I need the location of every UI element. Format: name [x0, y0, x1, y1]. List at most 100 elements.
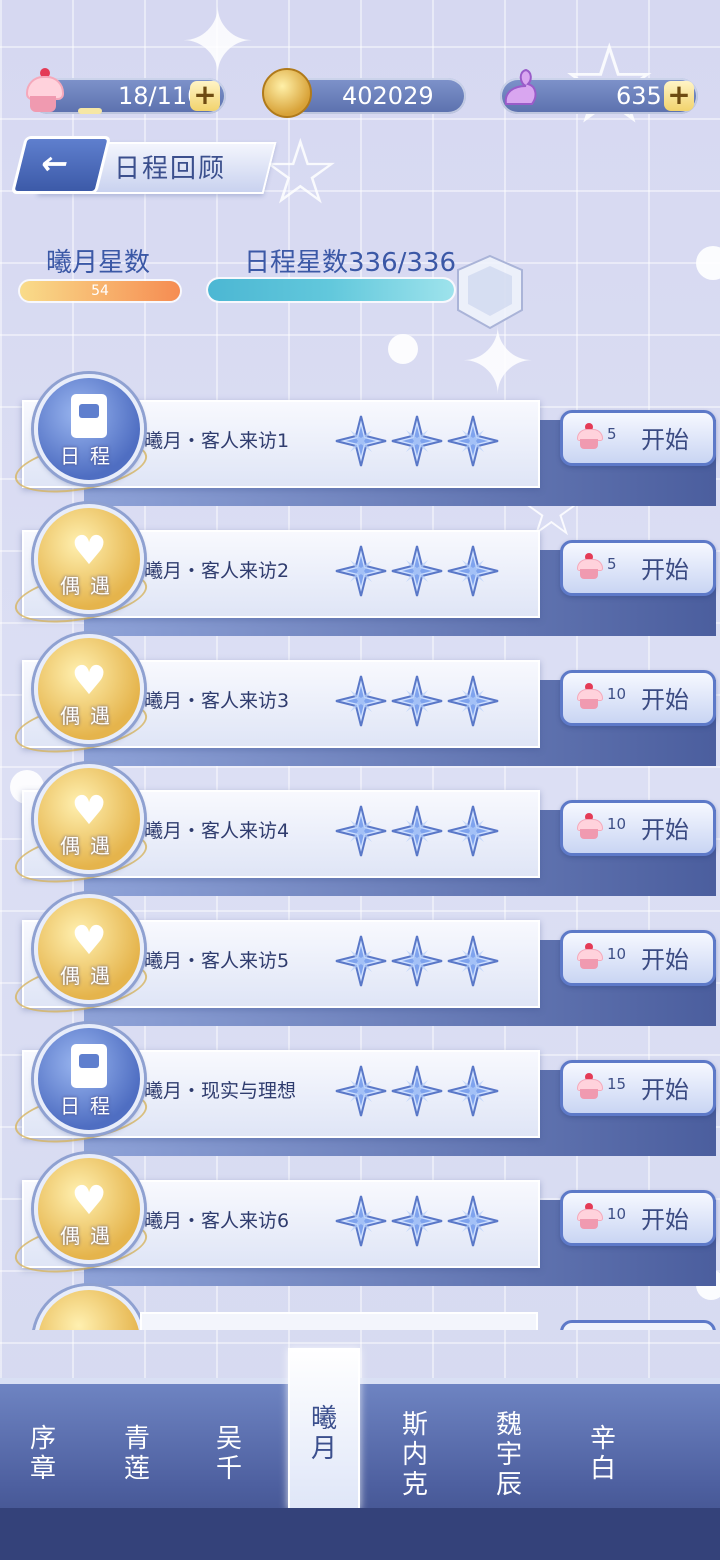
tab-chapter[interactable]: 吴 千 [198, 1400, 260, 1508]
encounter-badge: ♥ 偶遇 [34, 894, 144, 1004]
diamond-value: 635 [616, 82, 662, 110]
tab-label: 吴 千 [215, 1424, 242, 1484]
tab-label: 辛 白 [589, 1424, 616, 1484]
back-button[interactable]: ← [10, 136, 112, 194]
tab-label: 序 章 [29, 1424, 56, 1484]
star-icon [390, 414, 444, 468]
row-title: 曦月・现实与理想 [144, 1080, 297, 1102]
start-button [560, 1320, 716, 1330]
schedule-badge: 日程 [34, 374, 144, 484]
char-stars-value: 54 [91, 283, 109, 299]
start-button[interactable]: 5 开始 [560, 410, 716, 466]
star-icon [334, 1064, 388, 1118]
star-icon [446, 934, 500, 988]
bg-star-icon: ☆ [260, 120, 341, 225]
cupcake-icon [577, 943, 603, 969]
row-title: 曦月・客人来访2 [144, 560, 290, 582]
star-icon [334, 674, 388, 728]
start-cost: 10 [607, 1205, 627, 1223]
start-label: 开始 [641, 686, 689, 714]
schedule-badge: 日程 [34, 1024, 144, 1134]
badge-caption: 偶遇 [60, 704, 120, 728]
page-title: 日程回顾 [114, 154, 227, 184]
heart-icon: ♥ [71, 658, 107, 704]
reward-crystal-icon[interactable] [450, 252, 530, 332]
cupcake-icon [20, 68, 70, 118]
schedule-stars-label: 日程星数336/336 [244, 248, 457, 278]
cupcake-icon [577, 553, 603, 579]
back-arrow-icon: ← [36, 144, 74, 182]
row-star-rating [334, 674, 502, 732]
start-label: 开始 [641, 816, 689, 844]
row-star-rating [334, 544, 502, 602]
encounter-badge: ♥ 偶遇 [34, 1154, 144, 1264]
start-button[interactable]: 10 开始 [560, 930, 716, 986]
star-icon [446, 1194, 500, 1248]
start-button[interactable]: 10 开始 [560, 670, 716, 726]
start-cost: 15 [607, 1075, 627, 1093]
row-star-rating [334, 414, 502, 472]
row-star-rating [334, 934, 502, 992]
star-icon [334, 1194, 388, 1248]
badge-caption: 偶遇 [60, 1224, 120, 1248]
swan-crystal-icon [496, 66, 542, 112]
document-icon [71, 1044, 107, 1088]
cupcake-icon [577, 423, 603, 449]
badge-caption: 偶遇 [60, 964, 120, 988]
row-peek [0, 1282, 720, 1330]
heart-icon: ♥ [71, 918, 107, 964]
start-label: 开始 [641, 426, 689, 454]
start-cost: 10 [607, 815, 627, 833]
start-label: 开始 [641, 1206, 689, 1234]
row-star-rating [334, 1194, 502, 1252]
header: ← 日程回顾 [10, 136, 277, 194]
row-title: 曦月・客人来访6 [144, 1210, 290, 1232]
badge-caption: 日程 [60, 1094, 120, 1118]
tab-chapter[interactable]: 辛 白 [572, 1400, 634, 1508]
char-stars-label: 曦月星数 [46, 248, 151, 278]
badge-caption: 日程 [60, 444, 120, 468]
star-icon [390, 674, 444, 728]
start-button[interactable]: 10 开始 [560, 800, 716, 856]
tab-label: 魏 宇 辰 [495, 1410, 522, 1500]
tab-chapter[interactable]: 序 章 [12, 1400, 74, 1508]
stamina-bar-fill [78, 108, 102, 114]
row-title: 曦月・客人来访4 [144, 820, 290, 842]
heart-icon: ♥ [71, 1178, 107, 1224]
tab-label-active: 曦 月 [310, 1404, 337, 1464]
tab-label: 斯 内 克 [401, 1410, 428, 1500]
encounter-badge: ♥ 偶遇 [34, 634, 144, 744]
char-stars-bar: 54 [20, 281, 180, 301]
document-icon [71, 394, 107, 438]
coin-icon [262, 68, 312, 118]
schedule-stars-bar-fill [208, 279, 454, 301]
schedule-stars-bar [208, 279, 454, 301]
add-diamond-button[interactable]: + [664, 81, 694, 111]
start-button[interactable]: 5 开始 [560, 540, 716, 596]
start-cost: 10 [607, 685, 627, 703]
start-label: 开始 [641, 946, 689, 974]
tab-active[interactable]: 曦 月 [288, 1348, 360, 1510]
start-button[interactable]: 10 开始 [560, 1190, 716, 1246]
tab-chapter[interactable]: 魏 宇 辰 [478, 1400, 540, 1508]
encounter-badge: ♥ 偶遇 [34, 764, 144, 874]
star-icon [334, 934, 388, 988]
row-panel [140, 1312, 538, 1330]
star-icon [446, 414, 500, 468]
row-title: 曦月・客人来访3 [144, 690, 290, 712]
start-button[interactable]: 15 开始 [560, 1060, 716, 1116]
star-icon [390, 544, 444, 598]
cupcake-icon [577, 683, 603, 709]
encounter-badge: ♥ 偶遇 [34, 504, 144, 614]
star-icon [446, 804, 500, 858]
badge-caption: 偶遇 [60, 834, 120, 858]
bottom-bar [0, 1508, 720, 1560]
row-star-rating [334, 1064, 502, 1122]
tab-chapter[interactable]: 青 莲 [106, 1400, 168, 1508]
row-star-rating [334, 804, 502, 862]
row-title: 曦月・客人来访1 [144, 430, 290, 452]
tab-chapter[interactable]: 斯 内 克 [384, 1400, 446, 1508]
badge-caption: 偶遇 [60, 574, 120, 598]
add-stamina-button[interactable]: + [190, 81, 220, 111]
star-icon [334, 544, 388, 598]
